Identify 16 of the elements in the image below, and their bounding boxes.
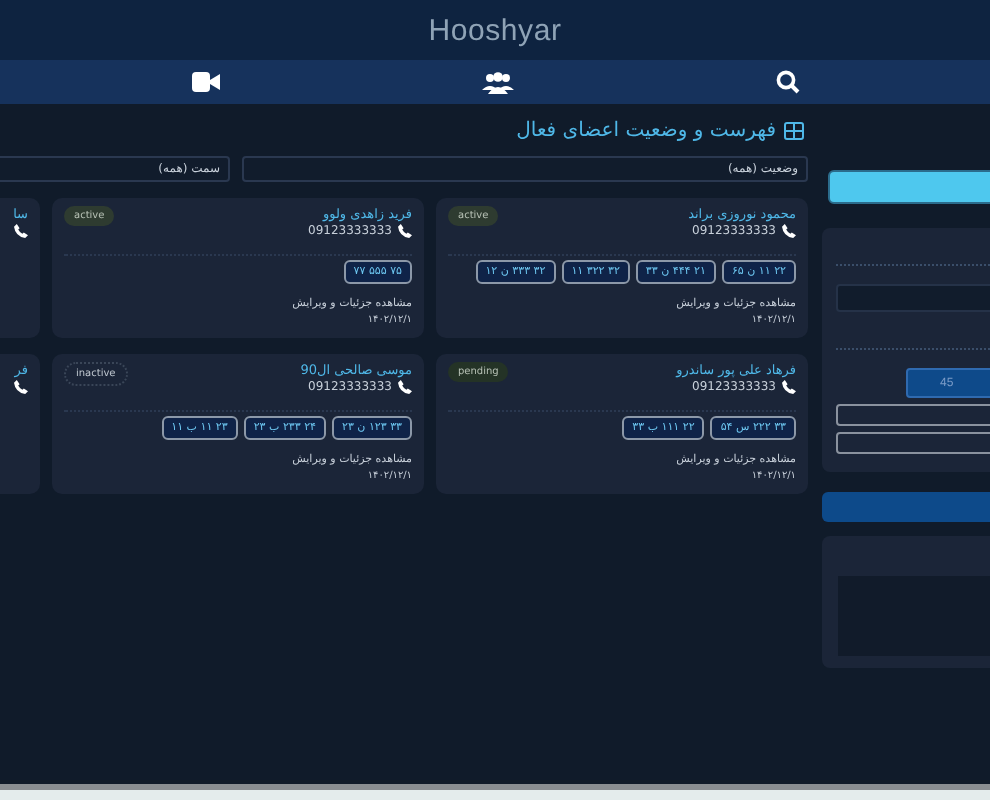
search-icon[interactable] <box>775 70 799 94</box>
phone-icon <box>782 224 796 238</box>
page-title: فهرست و وضعیت اعضای فعال <box>516 119 776 141</box>
input-field[interactable] <box>836 432 990 454</box>
users-icon[interactable] <box>481 71 513 93</box>
input-field[interactable] <box>836 284 990 312</box>
logo: Hooshyar <box>428 13 562 47</box>
phone-icon <box>398 224 412 238</box>
phone-icon <box>14 380 28 394</box>
table-icon <box>784 121 804 139</box>
action-button[interactable] <box>828 170 990 204</box>
phone-icon <box>398 380 412 394</box>
phone-icon <box>14 224 28 238</box>
phone-icon <box>782 380 796 394</box>
input-field[interactable] <box>836 404 990 426</box>
video-camera-icon[interactable] <box>191 72 219 92</box>
